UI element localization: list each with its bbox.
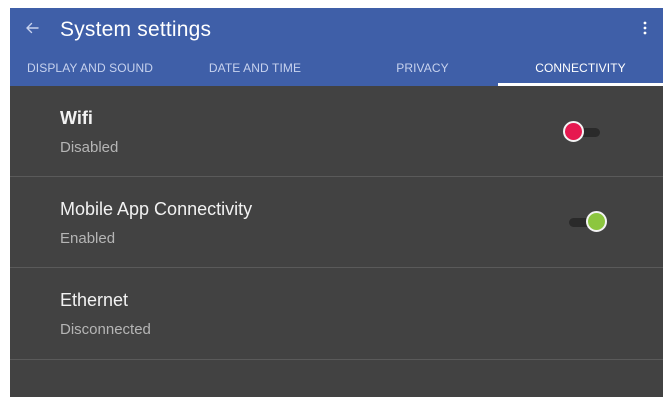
back-button[interactable] bbox=[20, 18, 44, 42]
toggle-thumb bbox=[563, 121, 584, 142]
tab-bar: DISPLAY AND SOUND DATE AND TIME PRIVACY … bbox=[10, 52, 663, 86]
setting-title: Wifi bbox=[60, 108, 93, 128]
divider bbox=[10, 359, 663, 360]
settings-screen: System settings DISPLAY AND SOUND DATE A… bbox=[10, 8, 663, 397]
setting-row-ethernet[interactable]: Ethernet Disconnected bbox=[10, 268, 663, 358]
tab-display-and-sound[interactable]: DISPLAY AND SOUND bbox=[10, 52, 170, 86]
setting-title: Ethernet bbox=[60, 290, 129, 310]
toggle-thumb bbox=[586, 211, 607, 232]
mobile-app-connectivity-toggle[interactable] bbox=[567, 209, 607, 235]
tab-privacy[interactable]: PRIVACY bbox=[340, 52, 505, 86]
setting-status: Disabled bbox=[60, 139, 119, 156]
setting-status: Enabled bbox=[60, 230, 116, 247]
app-bar: System settings DISPLAY AND SOUND DATE A… bbox=[10, 8, 663, 86]
tab-connectivity[interactable]: CONNECTIVITY bbox=[498, 52, 663, 86]
setting-status: Disconnected bbox=[60, 321, 151, 338]
arrow-left-icon bbox=[25, 21, 39, 40]
tab-date-and-time[interactable]: DATE AND TIME bbox=[170, 52, 340, 86]
page-title: System settings bbox=[60, 18, 212, 41]
setting-row-mobile-app-connectivity[interactable]: Mobile App Connectivity Enabled bbox=[10, 177, 663, 267]
setting-title: Mobile App Connectivity bbox=[60, 199, 253, 219]
wifi-toggle[interactable] bbox=[562, 119, 602, 145]
more-vert-icon bbox=[643, 21, 647, 40]
setting-row-wifi[interactable]: Wifi Disabled bbox=[10, 86, 663, 176]
overflow-menu-button[interactable] bbox=[635, 18, 655, 42]
